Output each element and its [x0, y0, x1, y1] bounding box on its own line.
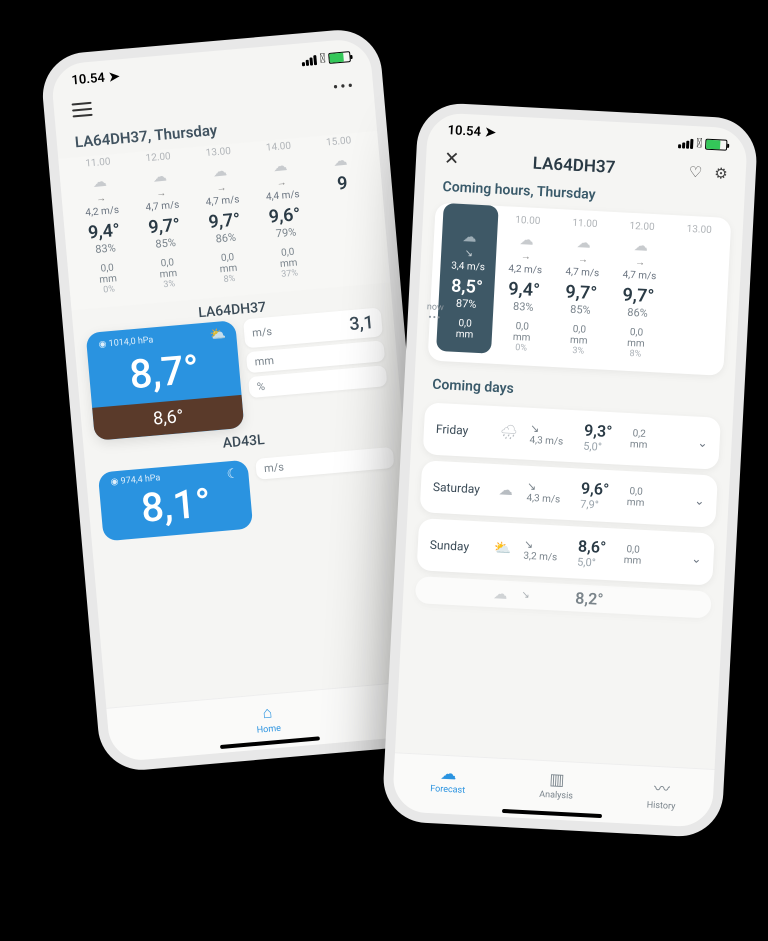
- chart-icon: ▥: [540, 769, 575, 790]
- location-icon: ➤: [485, 125, 497, 141]
- cloud-icon: ☁: [192, 162, 248, 183]
- battery-icon: [328, 51, 351, 64]
- pressure-icon: ◉: [98, 339, 107, 350]
- hour-column: 14.00 ☁ → 4,4 m/s 9,6° 79% 0,0mm 37%: [249, 137, 320, 284]
- nav-history[interactable]: 〰 History: [646, 775, 676, 812]
- temperature-tile[interactable]: ◉ 1014,0 hPa ⛅ 8,7° 8,6°: [86, 320, 245, 441]
- cloud-icon: ☁: [132, 167, 188, 188]
- home-icon: ⌂: [254, 702, 280, 724]
- close-icon[interactable]: ✕: [444, 148, 460, 170]
- cloud-icon: ☁: [72, 172, 128, 193]
- hour-column: 12.00 ☁ → 4,7 m/s 9,7° 85% 0,0mm 3%: [128, 148, 199, 295]
- day-row-saturday[interactable]: Saturday ☁ ↘4,3 m/s 9,6°7,9° 0,0mm ⌄: [420, 460, 718, 527]
- more-icon[interactable]: •••: [332, 76, 356, 97]
- cloud-icon: ☁: [431, 763, 467, 784]
- gear-icon[interactable]: ⚙: [714, 164, 728, 183]
- sun-cloud-icon: ⛅: [491, 540, 514, 557]
- cloud-icon: ☁: [444, 228, 496, 247]
- wifi-icon: 􀙇: [696, 136, 703, 151]
- hour-column: 12.00 ☁ → 4,7 m/s 9,7° 86% 0,0mm 8%: [607, 212, 670, 363]
- signal-icon: [678, 138, 694, 149]
- cloud-icon: ☁: [558, 234, 610, 253]
- cloud-icon: ☁: [313, 151, 369, 172]
- battery-icon: [705, 139, 728, 151]
- page-title: LA64DH37: [532, 153, 616, 177]
- hour-column: 10.00 ☁ → 4,2 m/s 9,4° 83% 0,0mm 0%: [493, 206, 556, 357]
- trend-icon: 〰: [647, 775, 677, 800]
- navbar: ⌂ Home: [106, 680, 430, 763]
- pressure-icon: ◉: [110, 477, 119, 488]
- cloud-icon: ☁: [494, 482, 517, 499]
- menu-icon[interactable]: [71, 101, 92, 117]
- hours-card[interactable]: now••• ☁ ↘ 3,4 m/s 8,5° 87% 0,0mm 10.00 …: [428, 203, 732, 376]
- sun-cloud-icon: ⛅: [209, 327, 226, 343]
- status-time: 10.54: [447, 123, 481, 140]
- location-icon: ➤: [108, 69, 120, 85]
- hour-column: 13.00 ☁ → 4,7 m/s 9,7° 86% 0,0mm 8%: [189, 142, 260, 289]
- phone-right: 10.54➤ 􀙇 ✕ LA64DH37 ♡ ⚙ Coming hours, Th…: [381, 102, 758, 839]
- hour-column: 11.00 ☁ → 4,2 m/s 9,4° 83% 0,0mm 0%: [68, 153, 139, 300]
- nav-analysis[interactable]: ▥ Analysis: [539, 769, 575, 807]
- wind-meter-2[interactable]: m/s: [255, 447, 394, 480]
- cloud-icon: ☁: [501, 231, 553, 250]
- chevron-down-icon: ⌄: [691, 551, 702, 566]
- hourly-strip[interactable]: 11.00 ☁ → 4,2 m/s 9,4° 83% 0,0mm 0% 12.0…: [58, 131, 390, 310]
- nav-home[interactable]: ⌂ Home: [254, 702, 281, 736]
- moon-icon: ☾: [226, 466, 239, 482]
- day-row-friday[interactable]: Friday 🌧 ↘4,3 m/s 9,3°5,0° 0,2mm ⌄: [423, 402, 721, 469]
- phone-left: 10.54➤ 􀙇 ••• LA64DH37, Thursday 11.00 ☁ …: [39, 27, 440, 774]
- rain-icon: 🌧: [497, 424, 520, 441]
- chevron-down-icon: ⌄: [697, 436, 708, 451]
- status-time: 10.54: [71, 71, 106, 89]
- cloud-icon: ☁: [615, 237, 667, 256]
- navbar: ☁ Forecast ▥ Analysis 〰 History: [392, 752, 715, 828]
- hour-column: 13.00: [665, 215, 728, 366]
- cloud-icon: ☁: [252, 156, 308, 177]
- nav-forecast[interactable]: ☁ Forecast: [430, 763, 467, 801]
- now-label: now•••: [419, 302, 450, 325]
- chevron-down-icon: ⌄: [694, 494, 705, 509]
- hour-column: 11.00 ☁ → 4,7 m/s 9,7° 85% 0,0mm 3%: [550, 209, 613, 360]
- hour-column: 15.00 ☁ 9: [309, 132, 380, 279]
- hour-column-now: ☁ ↘ 3,4 m/s 8,5° 87% 0,0mm: [436, 203, 499, 354]
- temperature-tile-2[interactable]: ◉ 974,4 hPa ☾ 8,1°: [98, 460, 253, 542]
- day-row-sunday[interactable]: Sunday ⛅ ↘3,2 m/s 8,6°5,0° 0,0mm ⌄: [417, 518, 715, 585]
- current-temp: 8,7°: [99, 343, 229, 401]
- wifi-icon: 􀙇: [319, 51, 326, 66]
- heart-icon[interactable]: ♡: [688, 162, 702, 181]
- signal-icon: [301, 55, 317, 66]
